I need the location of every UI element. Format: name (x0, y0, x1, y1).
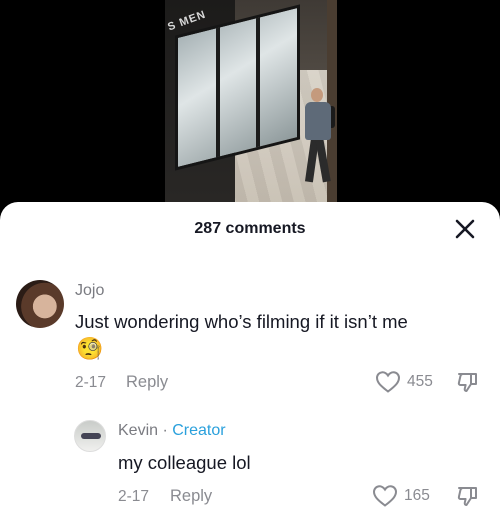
like-button[interactable]: 165 (372, 484, 430, 508)
comment-date: 2-17 (75, 374, 107, 391)
avatar[interactable] (16, 280, 64, 328)
reply-date: 2-17 (118, 488, 150, 505)
monocle-face-emoji: 🧐 (76, 336, 104, 361)
comments-sheet: 287 comments Jojo Just wondering who’s f… (0, 202, 500, 512)
reply-username: Kevin · Creator (118, 422, 226, 440)
heart-icon (375, 371, 401, 393)
video-player[interactable]: S MEN (165, 0, 337, 215)
like-button[interactable]: 455 (375, 370, 433, 394)
avatar[interactable] (74, 420, 106, 452)
reply-author-name[interactable]: Kevin (118, 422, 158, 439)
thumbs-down-icon (457, 373, 477, 392)
dislike-button[interactable] (456, 484, 482, 510)
like-count: 165 (404, 487, 430, 504)
comments-count-title: 287 comments (194, 220, 306, 237)
creator-badge: Creator (172, 422, 226, 439)
reply-button[interactable]: Reply (170, 487, 212, 506)
comment-username[interactable]: Jojo (75, 282, 104, 300)
walking-person (303, 88, 335, 188)
heart-icon (372, 485, 398, 507)
comment-text: Just wondering who’s filming if it isn’t… (75, 311, 408, 332)
dislike-button[interactable] (456, 370, 482, 396)
close-icon[interactable] (452, 216, 478, 242)
reply-button[interactable]: Reply (126, 373, 168, 392)
reply-text: my colleague lol (118, 452, 251, 473)
like-count: 455 (407, 373, 433, 390)
username-separator: · (158, 422, 173, 439)
thumbs-down-icon (457, 487, 477, 506)
